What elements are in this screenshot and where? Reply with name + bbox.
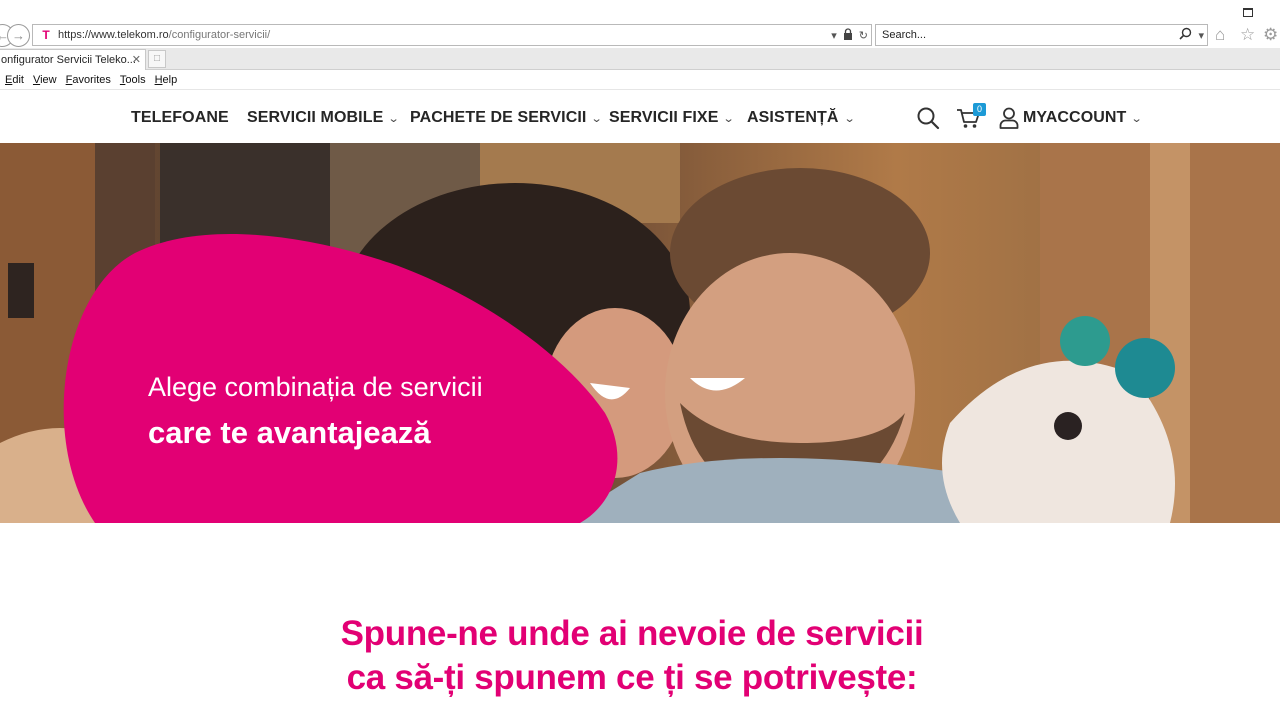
hero-banner: Alege combinația de servicii care te ava… bbox=[0, 143, 1280, 523]
nav-myaccount[interactable]: MYACCOUNT ⌄ bbox=[1023, 109, 1144, 127]
home-icon[interactable]: ⌂ bbox=[1215, 26, 1225, 44]
dropdown-arrow-icon[interactable]: ▾ bbox=[831, 29, 837, 42]
menu-help[interactable]: Help bbox=[155, 74, 178, 86]
nav-label: SERVICII FIXE bbox=[609, 109, 719, 126]
lock-icon[interactable] bbox=[843, 27, 853, 43]
chevron-down-icon: ⌄ bbox=[843, 113, 856, 125]
star-icon[interactable]: ☆ bbox=[1240, 26, 1255, 44]
chevron-down-icon: ⌄ bbox=[591, 113, 604, 125]
chevron-down-icon: ⌄ bbox=[723, 113, 736, 125]
nav-telefoane[interactable]: TELEFOANE bbox=[131, 109, 229, 127]
menu-edit[interactable]: Edit bbox=[5, 74, 24, 86]
settings-icon[interactable]: ⚙ bbox=[1263, 26, 1278, 44]
menu-tools[interactable]: Tools bbox=[120, 74, 146, 86]
tab-title: onfigurator Servicii Teleko... bbox=[1, 54, 136, 66]
site-search-icon[interactable] bbox=[916, 106, 940, 130]
nav-label: PACHETE DE SERVICII bbox=[410, 109, 587, 126]
browser-search-box[interactable]: ▾ bbox=[875, 24, 1208, 46]
chevron-down-icon: ⌄ bbox=[1131, 113, 1144, 125]
configurator-heading-line-2: ca să-ți spunem ce ți se potrivește: bbox=[346, 658, 918, 697]
nav-servicii-mobile[interactable]: SERVICII MOBILE ⌄ bbox=[247, 109, 401, 127]
search-dropdown-icon[interactable]: ▾ bbox=[1198, 29, 1204, 42]
hero-line-1: Alege combinația de servicii bbox=[148, 372, 483, 402]
url-text[interactable]: https://www.telekom.ro/configurator-serv… bbox=[58, 29, 828, 41]
nav-asistenta[interactable]: ASISTENȚĂ ⌄ bbox=[747, 109, 856, 127]
refresh-icon[interactable]: ↻ bbox=[859, 29, 868, 42]
user-icon[interactable] bbox=[999, 107, 1019, 129]
nav-label: SERVICII MOBILE bbox=[247, 109, 384, 126]
nav-pachete-de-servicii[interactable]: PACHETE DE SERVICII ⌄ bbox=[410, 109, 604, 127]
forward-icon[interactable]: → bbox=[7, 24, 30, 47]
url-host: https://www.telekom.ro bbox=[58, 29, 169, 41]
nav-label: TELEFOANE bbox=[131, 109, 229, 126]
hero-line-2: care te avantajează bbox=[148, 415, 431, 450]
configurator-heading-line-1: Spune-ne unde ai nevoie de servicii bbox=[340, 614, 924, 653]
site-header: TELEFOANE SERVICII MOBILE ⌄ PACHETE DE SE… bbox=[0, 89, 1280, 143]
menu-favorites[interactable]: Favorites bbox=[66, 74, 111, 86]
chevron-down-icon: ⌄ bbox=[387, 113, 401, 125]
url-path: /configurator-servicii/ bbox=[168, 29, 271, 41]
telekom-favicon-icon: T bbox=[42, 28, 50, 42]
new-tab-icon[interactable]: □ bbox=[148, 50, 166, 68]
maximize-window-icon[interactable] bbox=[1243, 8, 1253, 17]
cart-count-badge: 0 bbox=[973, 103, 986, 116]
tab-strip: onfigurator Servicii Teleko... ✕ □ bbox=[0, 48, 1280, 70]
close-tab-icon[interactable]: ✕ bbox=[132, 53, 141, 66]
magenta-blob bbox=[63, 234, 618, 523]
cart-button[interactable]: 0 bbox=[956, 103, 986, 130]
nav-servicii-fixe[interactable]: SERVICII FIXE ⌄ bbox=[609, 109, 736, 127]
nav-label: MYACCOUNT bbox=[1023, 109, 1127, 126]
configurator-heading: Spune-ne unde ai nevoie de servicii ca s… bbox=[0, 612, 1264, 700]
address-bar[interactable]: T https://www.telekom.ro/configurator-se… bbox=[32, 24, 872, 46]
search-icon[interactable] bbox=[1179, 27, 1192, 43]
browser-chrome: ← → T https://www.telekom.ro/configurato… bbox=[0, 0, 1280, 89]
menu-view[interactable]: View bbox=[33, 74, 57, 86]
browser-tab[interactable]: onfigurator Servicii Teleko... ✕ bbox=[0, 49, 146, 70]
browser-search-input[interactable] bbox=[882, 29, 1177, 41]
menu-bar: Edit View Favorites Tools Help bbox=[0, 71, 181, 89]
nav-label: ASISTENȚĂ bbox=[747, 109, 839, 126]
